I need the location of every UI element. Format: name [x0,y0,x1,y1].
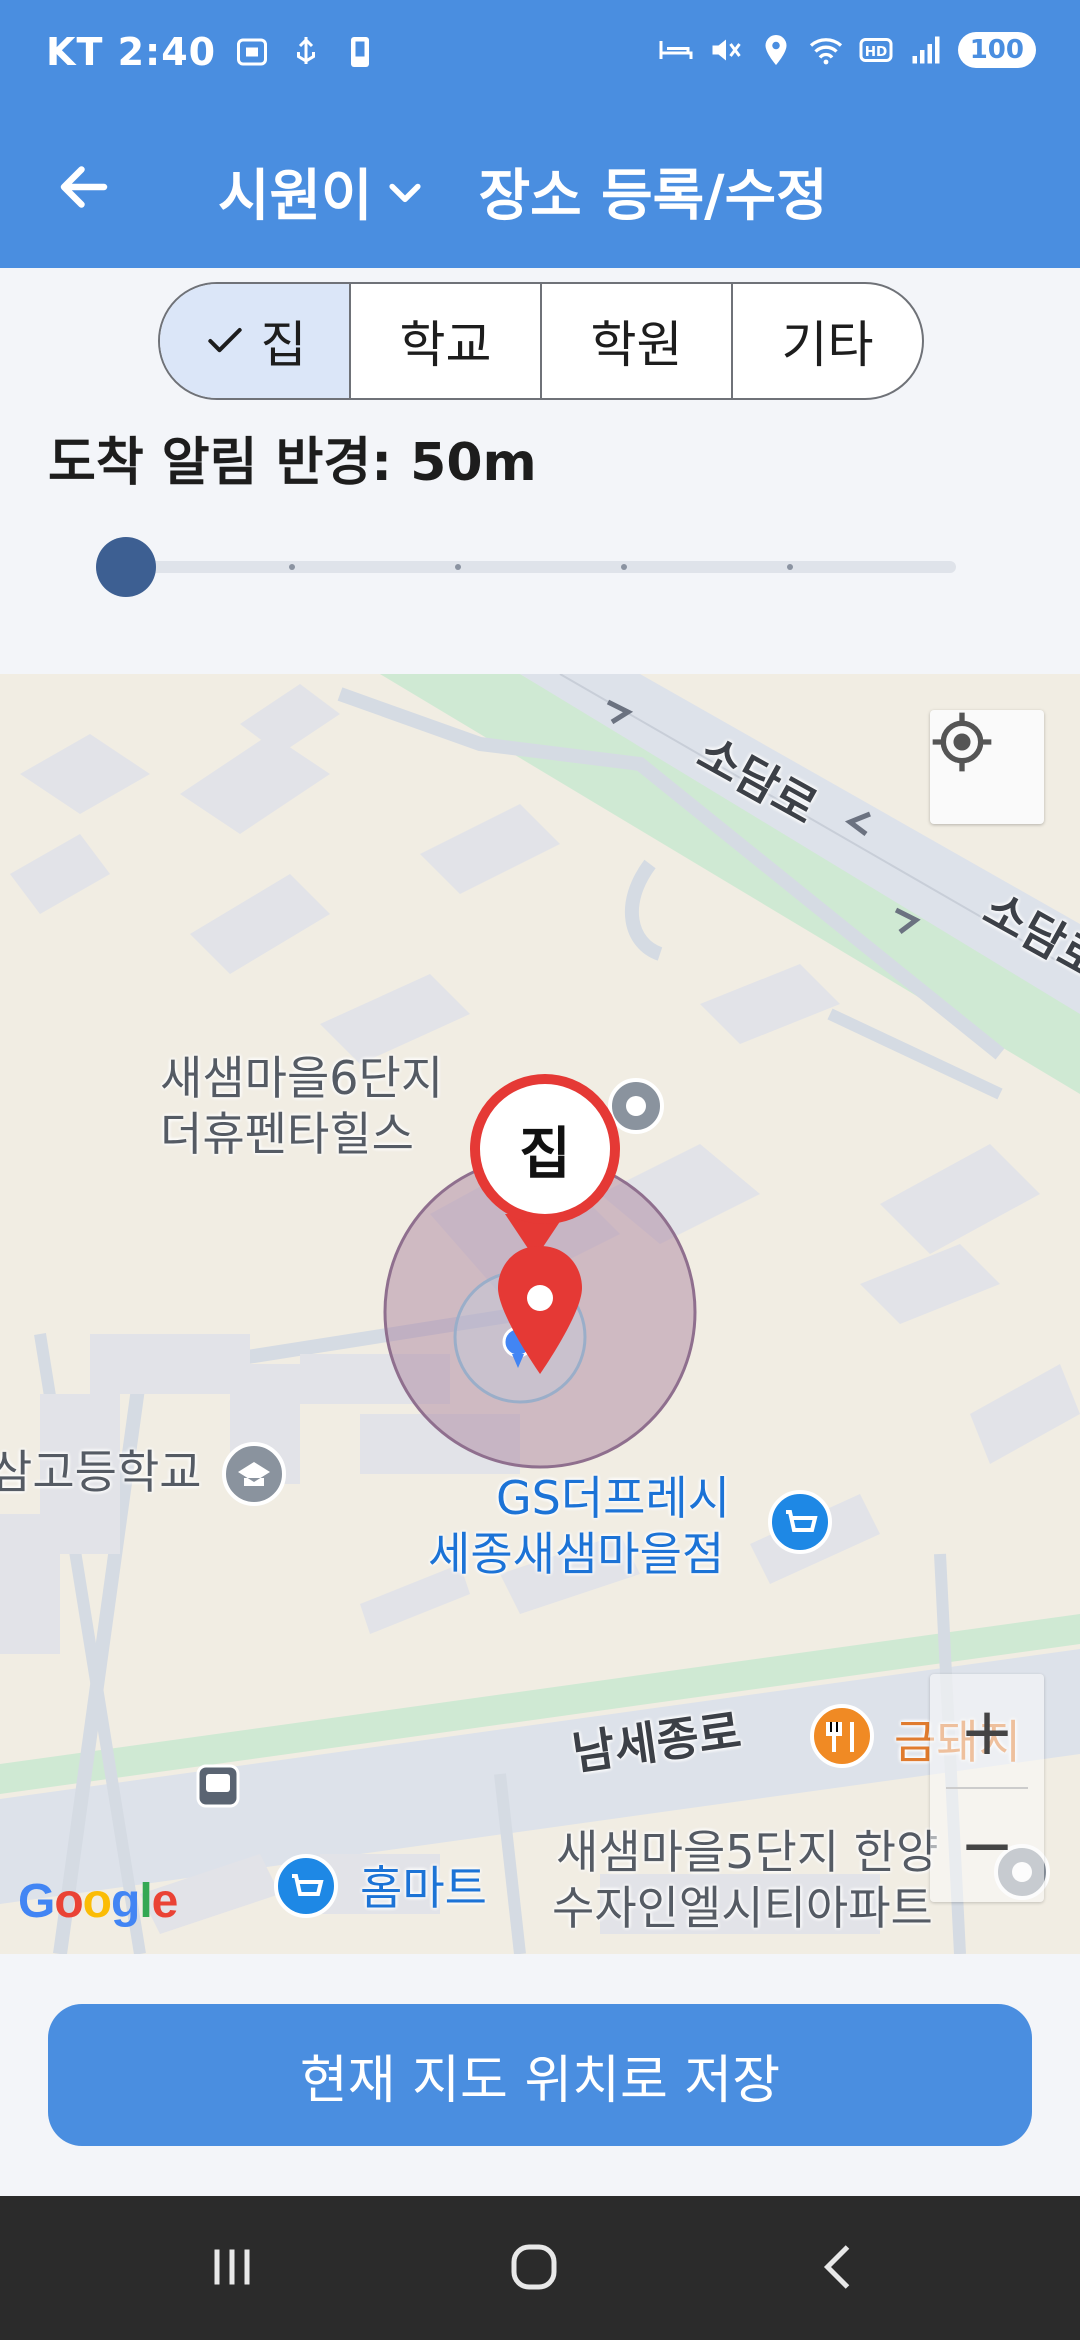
segment-label: 집 [260,316,307,374]
segment-label: 학원 [590,316,683,374]
screenshot-icon [237,38,268,66]
page-title: 장소 등록/수정 [478,164,828,229]
segment-academy[interactable]: 학원 [542,284,733,398]
wifi-icon [809,38,842,65]
home-icon [511,2244,557,2290]
child-selector[interactable]: 시원이 [218,151,427,232]
child-name: 시원이 [218,164,373,229]
crosshair-icon [932,712,992,772]
location-icon [765,35,787,65]
battery-badge: 100 [957,32,1036,68]
segment-home[interactable]: 집 [160,284,351,398]
map-view[interactable]: 소담로 소담로 남세종로 새샘마을6단지 더휴펜타힐스 삼고등학교 GS더프레시… [0,674,1080,1954]
segment-label: 학교 [399,316,492,374]
zoom-controls: + − [930,1674,1044,1902]
usb-icon [297,37,316,64]
place-type-segment: 집 학교 학원 기타 [158,282,924,400]
save-location-button[interactable]: 현재 지도 위치로 저장 [48,2004,1032,2146]
recent-apps-button[interactable] [192,2232,272,2302]
carrier-time: KT 2:40 [46,30,217,74]
slider-tick [289,564,295,570]
place-label-homemart: 홈마트 [360,1861,487,1915]
place-label-apt6: 새샘마을6단지 더휴펜타힐스 [160,1051,444,1161]
place-label-apt5-line1: 새샘마을5단지 한양 [556,1825,939,1879]
recent-apps-icon [214,2249,250,2285]
radius-slider[interactable] [96,536,960,597]
back-button[interactable] [54,157,114,217]
nav-back-button[interactable] [800,2232,880,2302]
mute-icon [712,39,741,61]
home-button[interactable] [494,2232,574,2302]
status-left: KT 2:40 [46,30,378,74]
zoom-out-button[interactable]: − [930,1788,1044,1902]
hd-icon: HD [859,38,893,62]
header-title-group: 시원이 장소 등록/수정 [218,151,828,232]
slider-tick [455,564,461,570]
slider-thumb[interactable] [96,537,156,597]
radius-label: 도착 알림 반경: 50m [48,433,537,493]
nav-back-icon [823,2245,850,2289]
segment-school[interactable]: 학교 [351,284,542,398]
status-bar: KT 2:40 HD 100 [0,0,1080,115]
status-right: HD 100 [658,32,1036,68]
chevron-down-icon [388,183,421,202]
place-label-apt5-line2: 수자인엘시티아파트 [552,1881,933,1935]
signal-icon [912,36,940,64]
slider-tick [621,564,627,570]
navigation-bar [0,2196,1080,2340]
bed-icon [659,41,693,59]
place-label-school: 삼고등학교 [0,1445,202,1499]
check-icon [207,327,242,353]
zoom-in-button[interactable]: + [930,1674,1044,1788]
slider-track[interactable] [126,561,956,573]
device-icon [351,37,370,67]
place-marker-label[interactable]: 집 [470,1074,620,1224]
segment-label: 기타 [781,316,874,374]
segment-other[interactable]: 기타 [733,284,922,398]
svg-text:HD: HD [864,44,887,60]
place-label-gs-line1: GS더프레시 [496,1471,731,1525]
app-bar: 시원이 장소 등록/수정 [0,115,1080,268]
arrow-left-icon [60,166,108,208]
google-logo: Google [18,1875,178,1928]
my-location-button[interactable] [930,710,1044,824]
place-label-gs-line2: 세종새샘마을점 [428,1527,725,1581]
slider-tick [787,564,793,570]
